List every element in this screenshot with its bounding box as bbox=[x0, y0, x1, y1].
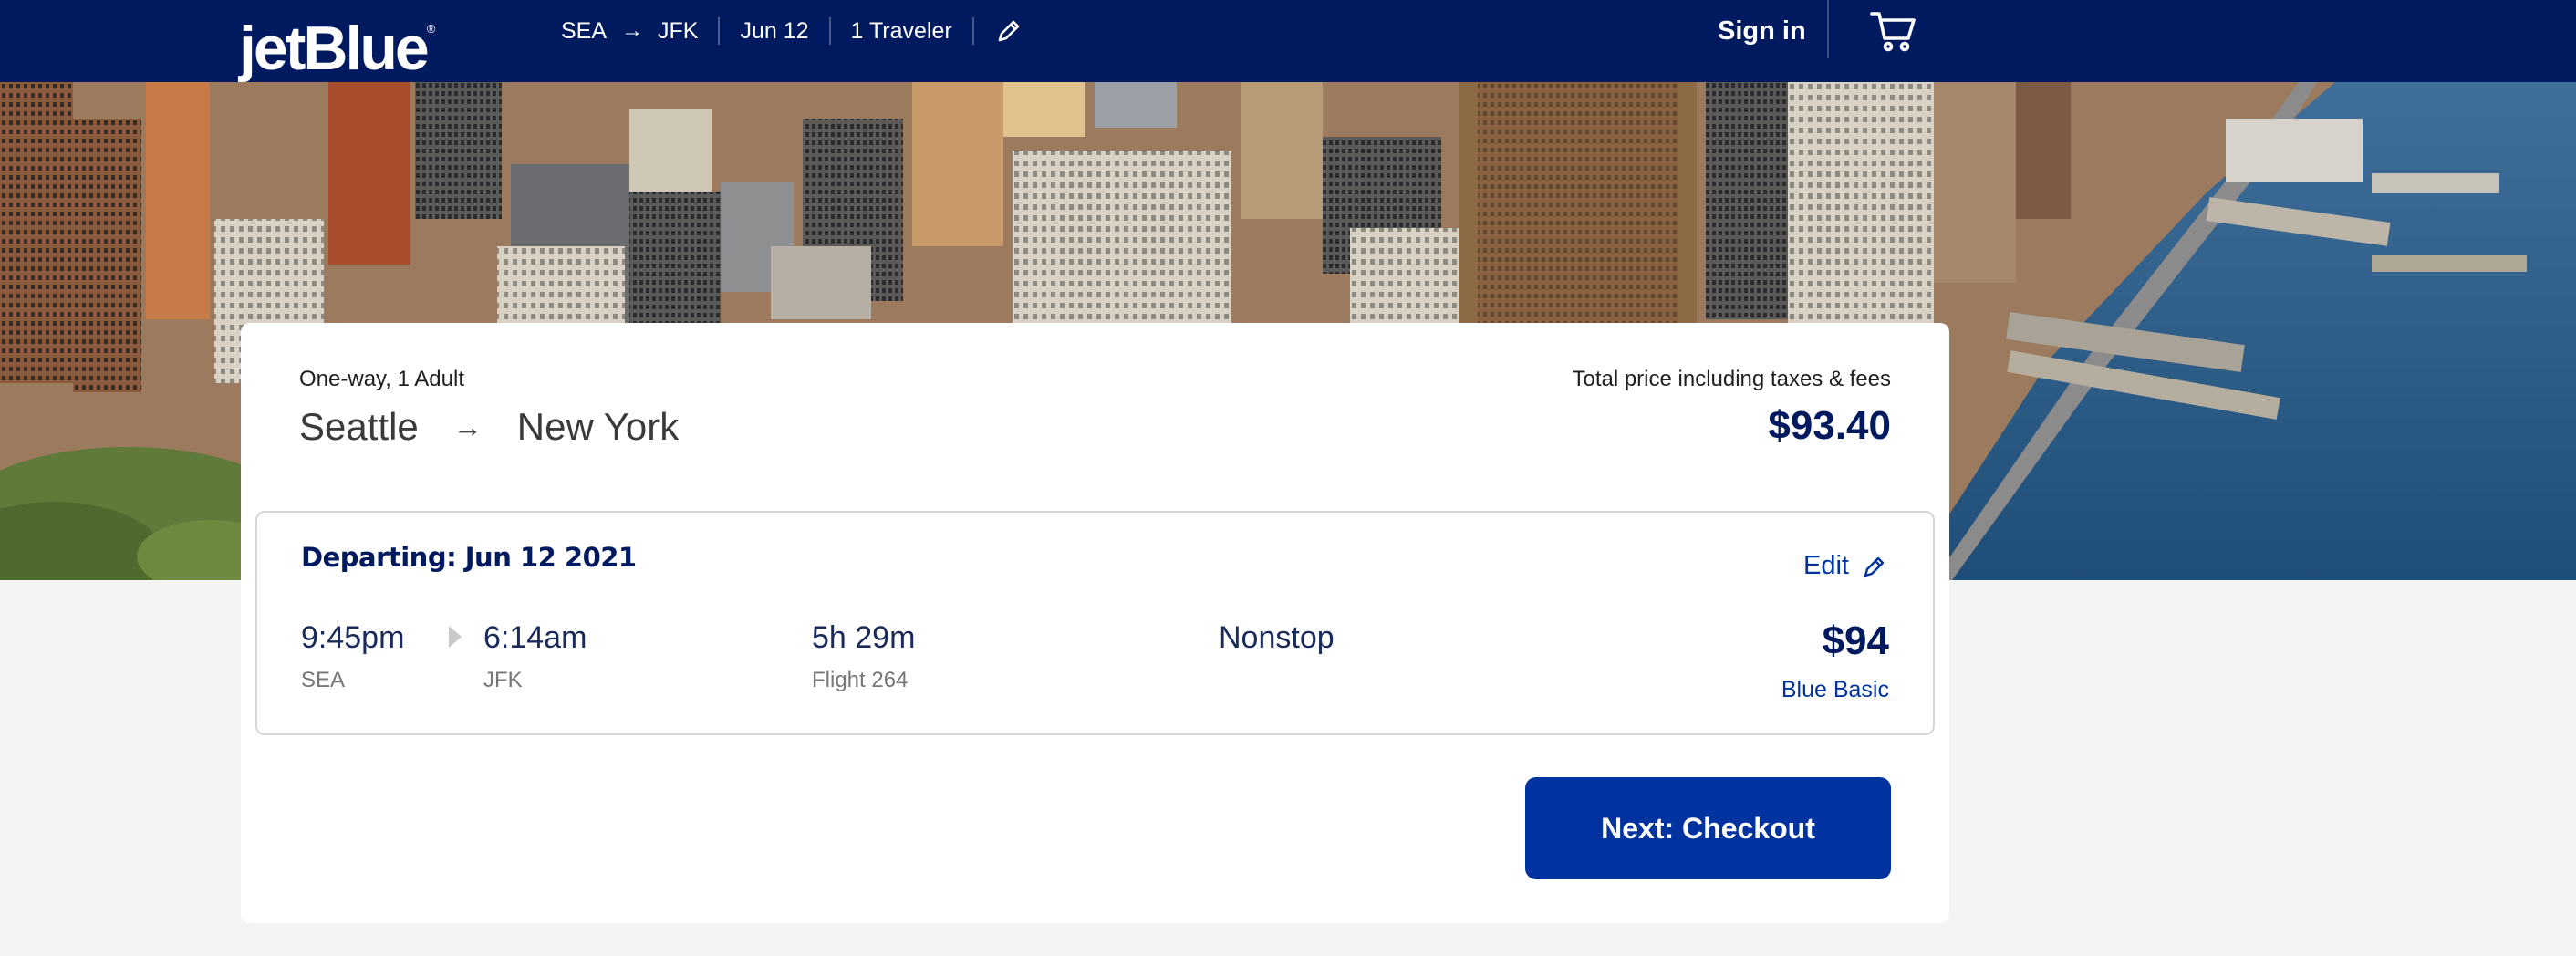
nav-date: Jun 12 bbox=[740, 17, 809, 44]
flight-segment-card: Departing: Jun 12 2021 Edit 9:45pm SEA 6… bbox=[255, 511, 1935, 735]
edit-flight-link[interactable]: Edit bbox=[1803, 551, 1887, 581]
nav-route-arrow: → bbox=[621, 18, 644, 43]
flight-direction-arrow-icon bbox=[449, 626, 462, 648]
departure-time: 9:45pm bbox=[301, 620, 405, 655]
logo-text: jetBlue bbox=[239, 14, 430, 83]
trip-type-label: One-way, 1 Adult bbox=[299, 367, 464, 391]
nav-divider bbox=[971, 17, 974, 45]
origin-city: Seattle bbox=[299, 405, 419, 448]
departing-heading: Departing: Jun 12 2021 bbox=[301, 542, 637, 573]
arrival-airport: JFK bbox=[483, 668, 523, 692]
nav-destination: JFK bbox=[658, 17, 699, 44]
route-heading: Seattle → New York bbox=[299, 405, 679, 449]
nav-origin: SEA bbox=[561, 17, 608, 44]
nav-divider bbox=[828, 17, 831, 45]
nav-separator bbox=[1827, 0, 1829, 58]
departure-airport: SEA bbox=[301, 668, 346, 692]
next-checkout-button[interactable]: Next: Checkout bbox=[1525, 777, 1891, 879]
route-arrow: → bbox=[452, 410, 483, 443]
fare-price: $94 bbox=[1822, 618, 1889, 663]
total-price: $93.40 bbox=[1768, 403, 1891, 448]
flight-duration: 5h 29m bbox=[812, 620, 916, 655]
arrival-time: 6:14am bbox=[483, 620, 587, 655]
destination-city: New York bbox=[516, 405, 680, 448]
trip-summary-card: One-way, 1 Adult Seattle → New York Tota… bbox=[241, 323, 1949, 923]
pencil-icon bbox=[1864, 556, 1885, 577]
nav-travelers: 1 Traveler bbox=[850, 17, 952, 44]
nav-divider bbox=[718, 17, 721, 45]
edit-label: Edit bbox=[1803, 551, 1849, 580]
sign-in-link[interactable]: Sign in bbox=[1718, 16, 1806, 47]
jetblue-logo[interactable]: jetBlue® bbox=[239, 0, 435, 83]
top-nav: jetBlue® SEA → JFK Jun 12 1 Traveler Sig… bbox=[0, 0, 2576, 83]
trip-summary[interactable]: SEA → JFK Jun 12 1 Traveler bbox=[561, 15, 1023, 47]
stops-info: Nonstop bbox=[1219, 620, 1335, 655]
flight-number: Flight 264 bbox=[812, 668, 909, 692]
logo-registered-mark: ® bbox=[426, 22, 436, 36]
total-price-label: Total price including taxes & fees bbox=[1572, 367, 1891, 391]
cart-icon[interactable] bbox=[1870, 9, 1917, 53]
fare-class: Blue Basic bbox=[1781, 677, 1889, 702]
pencil-icon[interactable] bbox=[994, 16, 1023, 46]
